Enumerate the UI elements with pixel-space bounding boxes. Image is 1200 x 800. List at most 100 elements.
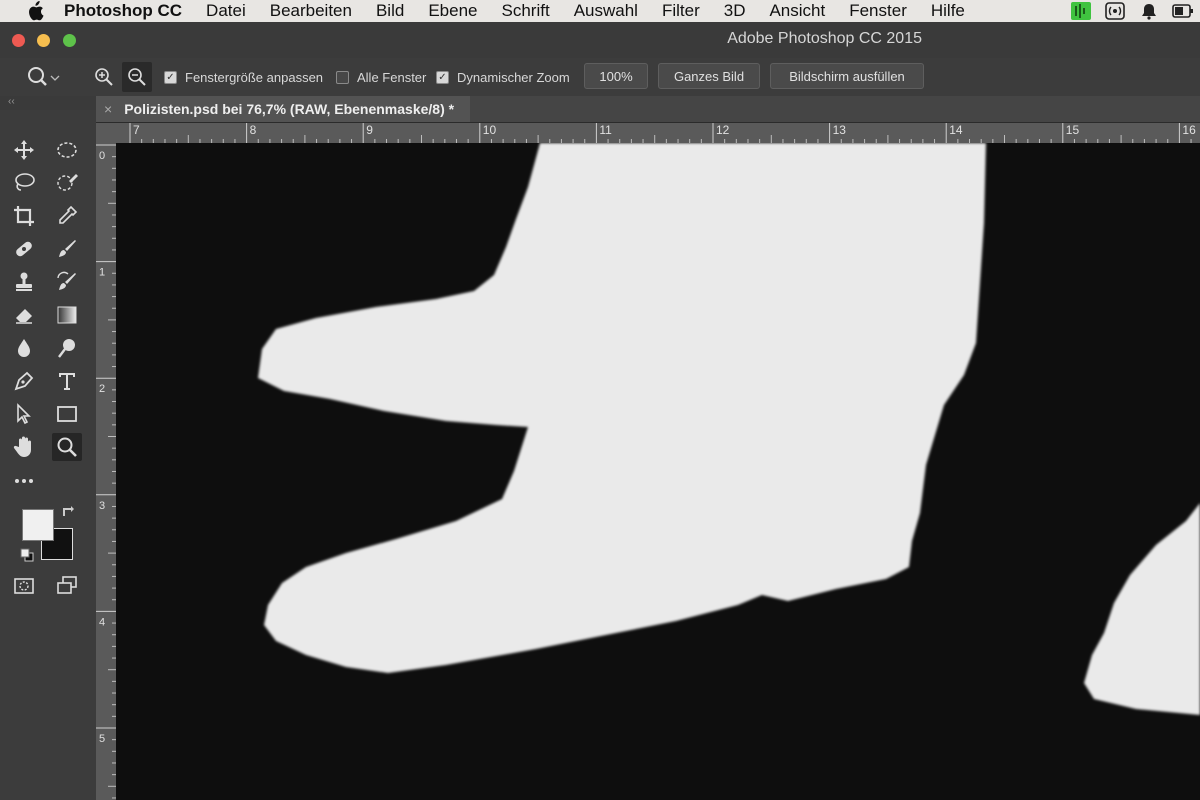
magnifier-icon [57, 437, 77, 457]
pen-tool[interactable] [9, 367, 39, 395]
app-menu-photoshop[interactable]: Photoshop CC [64, 1, 182, 21]
default-colors-icon[interactable] [19, 547, 35, 563]
quick-mask-icon [14, 578, 34, 594]
screen-mode-button[interactable] [52, 572, 82, 600]
horizontal-ruler[interactable]: 7 8 9 10 11 12 13 14 15 16 [116, 123, 1200, 143]
marquee-tool[interactable] [52, 136, 82, 164]
notification-bell-icon[interactable] [1138, 2, 1160, 20]
brush-tool[interactable] [52, 235, 82, 263]
rectangle-tool[interactable] [52, 400, 82, 428]
gradient-tool[interactable] [52, 301, 82, 329]
scrubby-zoom-checkbox[interactable]: ✓ Dynamischer Zoom [436, 58, 570, 96]
menu-bild[interactable]: Bild [376, 1, 404, 21]
history-brush-icon [57, 271, 76, 290]
fill-screen-button[interactable]: Bildschirm ausfüllen [770, 63, 924, 89]
apple-icon[interactable] [26, 1, 48, 21]
panel-collapse-strip[interactable]: ‹‹ [0, 96, 96, 110]
hand-tool[interactable] [9, 433, 39, 461]
window-title-bar: Adobe Photoshop CC 2015 [0, 22, 1200, 58]
gradient-icon [57, 306, 77, 324]
checkmark-icon: ✓ [164, 70, 177, 84]
minimize-window-button[interactable] [37, 34, 50, 47]
quick-selection-tool[interactable] [52, 169, 82, 197]
menu-datei[interactable]: Datei [206, 1, 246, 21]
vertical-ruler[interactable]: 0 1 2 3 4 5 [96, 143, 116, 800]
ruler-h-label: 10 [483, 123, 497, 137]
quick-mask-button[interactable] [9, 572, 39, 600]
screen-mode-icon [57, 576, 77, 594]
checkbox-empty-icon [336, 70, 349, 84]
zoom-out-icon [128, 68, 146, 86]
battery-icon[interactable] [1172, 2, 1194, 20]
collapse-panel-icon[interactable]: ‹‹ [8, 96, 15, 107]
ruler-h-label: 15 [1066, 123, 1080, 137]
menu-ansicht[interactable]: Ansicht [769, 1, 825, 21]
zoom-tool-preset-picker[interactable] [26, 58, 62, 96]
rectangle-icon [57, 406, 77, 422]
crop-tool[interactable] [9, 202, 39, 230]
menu-bearbeiten[interactable]: Bearbeiten [270, 1, 352, 21]
menu-schrift[interactable]: Schrift [502, 1, 550, 21]
document-tab-bar: × Polizisten.psd bei 76,7% (RAW, Ebenenm… [96, 96, 1200, 123]
menu-hilfe[interactable]: Hilfe [931, 1, 965, 21]
blur-tool[interactable] [9, 334, 39, 362]
eraser-icon [16, 309, 32, 324]
resize-windows-checkbox[interactable]: ✓ Fenstergröße anpassen [164, 58, 323, 96]
crop-icon [14, 206, 34, 226]
healing-brush-tool[interactable] [9, 235, 39, 263]
menu-bar: Photoshop CC Datei Bearbeiten Bild Ebene… [0, 0, 1200, 22]
menu-filter[interactable]: Filter [662, 1, 700, 21]
ruler-origin[interactable] [96, 123, 116, 143]
ruler-h-label: 8 [250, 123, 257, 137]
eyedropper-tool[interactable] [52, 202, 82, 230]
fit-screen-button[interactable]: Ganzes Bild [658, 63, 760, 89]
status-tray [1070, 0, 1200, 22]
options-bar: ✓ Fenstergröße anpassen Alle Fenster ✓ D… [0, 58, 1200, 97]
ruler-h-label: 7 [133, 123, 140, 137]
shoe-left [258, 143, 986, 673]
broadcast-icon[interactable] [1104, 2, 1126, 20]
clone-stamp-tool[interactable] [9, 268, 39, 296]
edit-toolbar-button[interactable] [9, 467, 39, 495]
arrow-cursor-icon [17, 403, 31, 425]
dodge-icon [58, 339, 75, 358]
path-selection-tool[interactable] [9, 400, 39, 428]
checkmark-icon: ✓ [436, 70, 449, 84]
zoom-tool[interactable] [52, 433, 82, 461]
zoom-in-button[interactable] [94, 58, 114, 96]
maximize-window-button[interactable] [63, 34, 76, 47]
zoom-100-button[interactable]: 100% [584, 63, 648, 89]
type-tool[interactable] [52, 367, 82, 395]
eraser-tool[interactable] [9, 301, 39, 329]
document-canvas[interactable] [116, 143, 1200, 800]
close-window-button[interactable] [12, 34, 25, 47]
type-icon [59, 373, 75, 390]
ruler-v-label: 4 [99, 616, 105, 628]
pen-icon [14, 371, 34, 391]
zoom-out-button[interactable] [122, 62, 152, 92]
zoom-tool-icon [28, 67, 60, 86]
menu-ebene[interactable]: Ebene [428, 1, 477, 21]
all-windows-label: Alle Fenster [357, 69, 427, 85]
green-app-icon[interactable] [1070, 2, 1092, 20]
history-brush-tool[interactable] [52, 268, 82, 296]
lasso-tool[interactable] [9, 169, 39, 197]
menu-3d[interactable]: 3D [724, 1, 746, 21]
all-windows-checkbox[interactable]: Alle Fenster [336, 58, 426, 96]
elliptical-marquee-icon [57, 142, 77, 158]
move-icon [14, 140, 34, 160]
dodge-tool[interactable] [52, 334, 82, 362]
move-tool[interactable] [9, 136, 39, 164]
ruler-v-label: 2 [99, 383, 105, 395]
menu-auswahl[interactable]: Auswahl [574, 1, 638, 21]
close-tab-icon[interactable]: × [104, 101, 112, 117]
ruler-v-label: 3 [99, 500, 105, 512]
menu-fenster[interactable]: Fenster [849, 1, 907, 21]
swap-colors-icon[interactable] [60, 503, 76, 519]
zoom-in-icon [95, 68, 113, 86]
ruler-h-label: 11 [599, 123, 612, 137]
document-tab[interactable]: × Polizisten.psd bei 76,7% (RAW, Ebenenm… [96, 96, 471, 122]
bandage-icon [16, 241, 32, 257]
ruler-h-label: 12 [716, 123, 730, 137]
foreground-color-swatch[interactable] [22, 509, 54, 541]
